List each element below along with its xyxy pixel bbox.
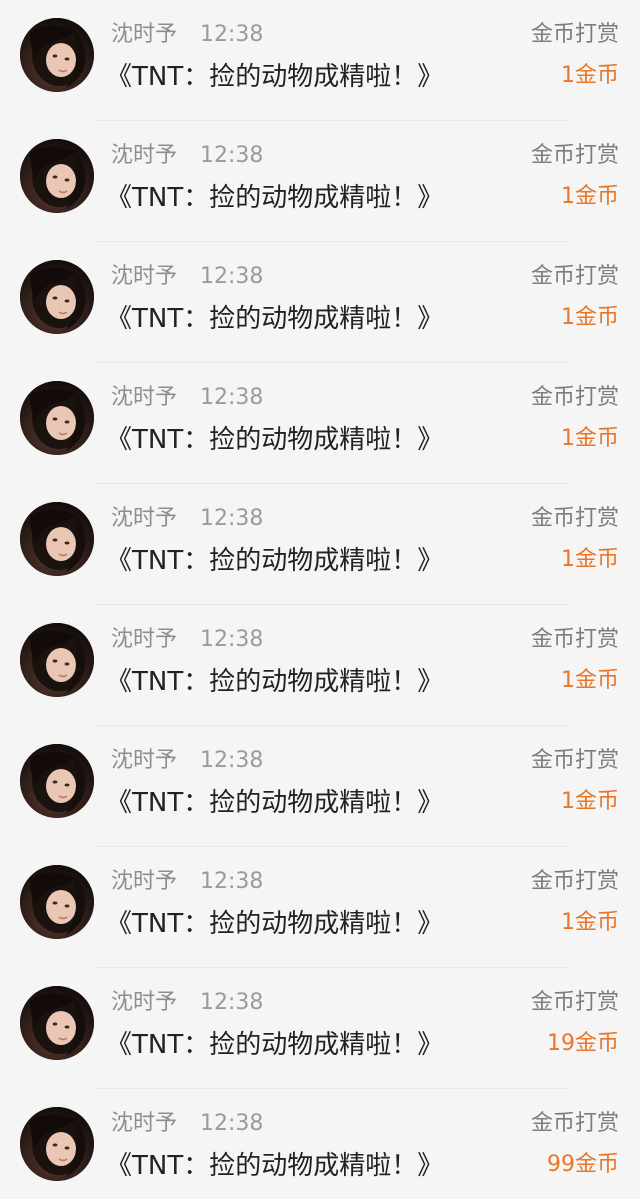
user-name[interactable]: 沈时予 [111,20,177,50]
reward-time: 12:38 [200,1111,264,1136]
avatar-photo-icon [20,502,94,576]
book-title[interactable]: 《TNT：捡的动物成精啦！》 [106,785,443,821]
reward-type-label: 金币打赏 [530,748,619,773]
reward-amount: 1金币 [561,789,619,814]
reward-time: 12:38 [200,869,264,894]
reward-time: 12:38 [200,22,264,47]
avatar-photo-icon [20,381,94,455]
book-title[interactable]: 《TNT：捡的动物成精啦！》 [106,180,443,216]
reward-time: 12:38 [200,385,264,410]
user-name[interactable]: 沈时予 [111,141,177,171]
user-avatar[interactable] [20,1107,94,1181]
reward-time: 12:38 [200,748,264,773]
user-avatar[interactable] [20,865,94,939]
reward-time: 12:38 [200,506,264,531]
user-avatar[interactable] [20,18,94,92]
avatar-photo-icon [20,744,94,818]
book-title[interactable]: 《TNT：捡的动物成精啦！》 [106,301,443,337]
reward-type-label: 金币打赏 [530,1111,619,1136]
reward-time: 12:38 [200,990,264,1015]
reward-amount: 1金币 [561,426,619,451]
reward-type-label: 金币打赏 [530,869,619,894]
reward-amount: 1金币 [561,184,619,209]
user-avatar[interactable] [20,623,94,697]
reward-time: 12:38 [200,264,264,289]
reward-time: 12:38 [200,143,264,168]
reward-record-row[interactable]: 沈时予 12:38 《TNT：捡的动物成精啦！》 金币打赏 1金币 [0,363,640,484]
book-title[interactable]: 《TNT：捡的动物成精啦！》 [106,664,443,700]
reward-type-label: 金币打赏 [530,506,619,531]
user-name[interactable]: 沈时予 [111,504,177,534]
avatar-photo-icon [20,1107,94,1181]
avatar-photo-icon [20,139,94,213]
reward-type-label: 金币打赏 [530,22,619,47]
user-avatar[interactable] [20,744,94,818]
user-name[interactable]: 沈时予 [111,867,177,897]
reward-type-label: 金币打赏 [530,385,619,410]
avatar-photo-icon [20,623,94,697]
reward-amount: 19金币 [547,1031,619,1056]
user-name[interactable]: 沈时予 [111,746,177,776]
reward-amount: 1金币 [561,547,619,572]
user-name[interactable]: 沈时予 [111,625,177,655]
avatar-photo-icon [20,18,94,92]
avatar-photo-icon [20,986,94,1060]
reward-record-row[interactable]: 沈时予 12:38 《TNT：捡的动物成精啦！》 金币打赏 99金币 [0,1089,640,1199]
reward-amount: 1金币 [561,305,619,330]
book-title[interactable]: 《TNT：捡的动物成精啦！》 [106,906,443,942]
avatar-photo-icon [20,865,94,939]
user-name[interactable]: 沈时予 [111,1109,177,1139]
reward-time: 12:38 [200,627,264,652]
user-name[interactable]: 沈时予 [111,262,177,292]
reward-record-row[interactable]: 沈时予 12:38 《TNT：捡的动物成精啦！》 金币打赏 1金币 [0,121,640,242]
reward-type-label: 金币打赏 [530,990,619,1015]
reward-amount: 99金币 [547,1152,619,1177]
book-title[interactable]: 《TNT：捡的动物成精啦！》 [106,1148,443,1184]
user-avatar[interactable] [20,260,94,334]
reward-amount: 1金币 [561,910,619,935]
reward-record-row[interactable]: 沈时予 12:38 《TNT：捡的动物成精啦！》 金币打赏 1金币 [0,242,640,363]
book-title[interactable]: 《TNT：捡的动物成精啦！》 [106,422,443,458]
reward-record-row[interactable]: 沈时予 12:38 《TNT：捡的动物成精啦！》 金币打赏 1金币 [0,605,640,726]
book-title[interactable]: 《TNT：捡的动物成精啦！》 [106,1027,443,1063]
user-avatar[interactable] [20,502,94,576]
reward-record-row[interactable]: 沈时予 12:38 《TNT：捡的动物成精啦！》 金币打赏 1金币 [0,726,640,847]
reward-type-label: 金币打赏 [530,627,619,652]
reward-type-label: 金币打赏 [530,264,619,289]
reward-record-row[interactable]: 沈时予 12:38 《TNT：捡的动物成精啦！》 金币打赏 1金币 [0,847,640,968]
reward-record-row[interactable]: 沈时予 12:38 《TNT：捡的动物成精啦！》 金币打赏 19金币 [0,968,640,1089]
book-title[interactable]: 《TNT：捡的动物成精啦！》 [106,59,443,95]
user-name[interactable]: 沈时予 [111,988,177,1018]
user-name[interactable]: 沈时予 [111,383,177,413]
reward-record-list: 沈时予 12:38 《TNT：捡的动物成精啦！》 金币打赏 1金币 沈时予 12… [0,0,640,1199]
user-avatar[interactable] [20,381,94,455]
user-avatar[interactable] [20,139,94,213]
avatar-photo-icon [20,260,94,334]
reward-amount: 1金币 [561,63,619,88]
reward-record-row[interactable]: 沈时予 12:38 《TNT：捡的动物成精啦！》 金币打赏 1金币 [0,484,640,605]
reward-record-row[interactable]: 沈时予 12:38 《TNT：捡的动物成精啦！》 金币打赏 1金币 [0,0,640,121]
reward-amount: 1金币 [561,668,619,693]
book-title[interactable]: 《TNT：捡的动物成精啦！》 [106,543,443,579]
reward-type-label: 金币打赏 [530,143,619,168]
user-avatar[interactable] [20,986,94,1060]
